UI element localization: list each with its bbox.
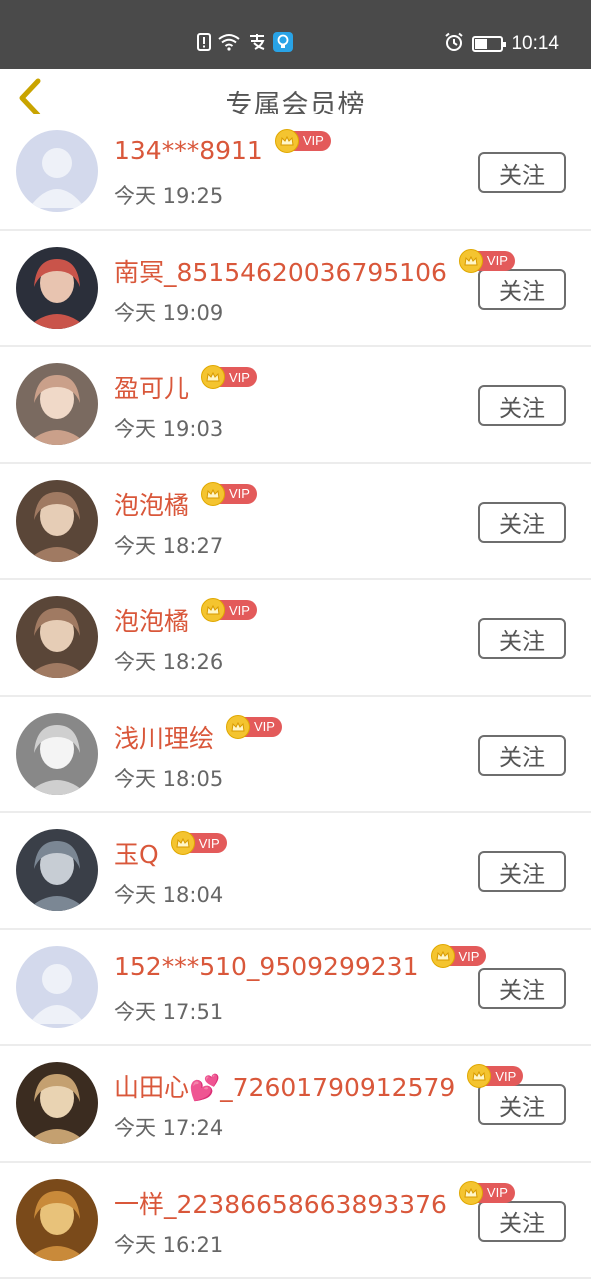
name-line: 泡泡橘 VIP xyxy=(114,481,257,522)
member-list: 134***8911 VIP 今天 19:25 关注 南冥_85154620036795… xyxy=(0,114,591,1279)
list-item[interactable]: 一样_22386658663893376 VIP 今天 16:21 关注 xyxy=(0,1162,591,1279)
crown-icon xyxy=(274,128,299,153)
name-line: 152***510_9509299231 VIP xyxy=(114,944,487,981)
vip-badge: VIP xyxy=(201,598,257,622)
follow-button[interactable]: 关注 xyxy=(478,851,566,892)
avatar[interactable] xyxy=(16,945,98,1028)
app-notification-icon xyxy=(273,32,293,56)
status-left-icons xyxy=(197,32,293,56)
vip-badge: VIP xyxy=(226,714,282,739)
alarm-icon xyxy=(444,32,464,56)
name-line: 泡泡橘 VIP xyxy=(114,598,257,638)
avatar[interactable] xyxy=(16,363,98,445)
member-name[interactable]: 山田心💕_72601790912579 xyxy=(114,1068,455,1104)
avatar[interactable] xyxy=(16,1062,98,1144)
battery-icon xyxy=(472,36,507,52)
list-item[interactable]: 134***8911 VIP 今天 19:25 关注 xyxy=(0,114,591,231)
name-line: 盈可儿 VIP xyxy=(114,365,257,405)
name-line: 玉Q VIP xyxy=(114,831,227,871)
avatar[interactable] xyxy=(16,712,98,795)
member-name[interactable]: 浅川理绘 xyxy=(114,719,214,755)
list-item[interactable]: 浅川理绘 VIP 今天 18:05 关注 xyxy=(0,696,591,813)
member-name[interactable]: 一样_22386658663893376 xyxy=(114,1185,447,1221)
member-name[interactable]: 盈可儿 xyxy=(114,369,189,405)
follow-button[interactable]: 关注 xyxy=(478,385,566,426)
name-line: 山田心💕_72601790912579 VIP xyxy=(114,1064,524,1104)
follow-button[interactable]: 关注 xyxy=(478,268,566,310)
crown-icon xyxy=(430,944,455,968)
member-time: 今天 17:51 xyxy=(114,999,224,1024)
vip-badge: VIP xyxy=(170,831,227,855)
follow-button[interactable]: 关注 xyxy=(478,1084,566,1125)
follow-button[interactable]: 关注 xyxy=(478,501,566,543)
member-name[interactable]: 134***8911 xyxy=(114,136,263,165)
list-item[interactable]: 152***510_9509299231 VIP 今天 17:51 关注 xyxy=(0,929,591,1046)
member-name[interactable]: 南冥_85154620036795106 xyxy=(114,253,447,289)
name-line: 一样_22386658663893376 VIP xyxy=(114,1180,515,1221)
follow-button[interactable]: 关注 xyxy=(478,618,566,659)
sim-alert-icon xyxy=(197,33,211,55)
member-time: 今天 19:25 xyxy=(114,184,224,208)
member-name[interactable]: 泡泡橘 xyxy=(114,602,189,638)
member-time: 今天 19:03 xyxy=(114,417,224,441)
status-right: 10:14 xyxy=(444,32,559,56)
member-name[interactable]: 152***510_9509299231 xyxy=(114,952,419,981)
list-item[interactable]: 玉Q VIP 今天 18:04 关注 xyxy=(0,813,591,930)
avatar[interactable] xyxy=(16,596,98,678)
follow-button[interactable]: 关注 xyxy=(478,152,566,193)
list-item[interactable]: 盈可儿 VIP 今天 19:03 关注 xyxy=(0,347,591,464)
member-time: 今天 18:26 xyxy=(114,650,224,674)
list-item[interactable]: 泡泡橘 VIP 今天 18:26 关注 xyxy=(0,580,591,697)
avatar[interactable] xyxy=(16,1178,98,1261)
vip-badge: VIP xyxy=(467,1064,524,1088)
name-line: 南冥_85154620036795106 VIP xyxy=(114,248,515,289)
crown-icon xyxy=(201,365,226,389)
vip-badge: VIP xyxy=(201,365,257,389)
avatar[interactable] xyxy=(16,479,98,562)
list-item[interactable]: 山田心💕_72601790912579 VIP 今天 17:24 关注 xyxy=(0,1046,591,1163)
crown-icon xyxy=(458,1180,483,1205)
crown-icon xyxy=(201,481,226,506)
vip-badge: VIP xyxy=(458,248,515,273)
wifi-icon xyxy=(217,33,241,55)
member-time: 今天 19:09 xyxy=(114,300,224,325)
member-time: 今天 18:27 xyxy=(114,533,224,558)
avatar[interactable] xyxy=(16,130,98,212)
vip-badge: VIP xyxy=(274,128,331,153)
avatar[interactable] xyxy=(16,829,98,911)
follow-button[interactable]: 关注 xyxy=(478,1200,566,1242)
list-item[interactable]: 泡泡橘 VIP 今天 18:27 关注 xyxy=(0,463,591,580)
follow-button[interactable]: 关注 xyxy=(478,967,566,1009)
vip-badge: VIP xyxy=(201,481,257,506)
list-item[interactable]: 南冥_85154620036795106 VIP 今天 19:09 关注 xyxy=(0,230,591,347)
member-time: 今天 18:05 xyxy=(114,766,224,791)
crown-icon xyxy=(170,831,195,855)
status-bar: 10:14 xyxy=(0,0,591,69)
member-time: 今天 17:24 xyxy=(114,1116,224,1140)
member-name[interactable]: 玉Q xyxy=(114,835,159,871)
crown-icon xyxy=(201,598,226,622)
avatar[interactable] xyxy=(16,246,98,329)
vip-badge: VIP xyxy=(458,1180,515,1205)
name-line: 134***8911 VIP xyxy=(114,128,331,165)
member-name[interactable]: 泡泡橘 xyxy=(114,486,189,522)
member-time: 今天 18:04 xyxy=(114,883,224,907)
status-time: 10:14 xyxy=(511,33,559,54)
crown-icon xyxy=(226,714,251,739)
vip-badge: VIP xyxy=(430,944,487,968)
crown-icon xyxy=(458,248,483,273)
member-time: 今天 16:21 xyxy=(114,1232,224,1257)
name-line: 浅川理绘 VIP xyxy=(114,714,282,755)
follow-button[interactable]: 关注 xyxy=(478,734,566,776)
alipay-icon xyxy=(247,33,267,55)
